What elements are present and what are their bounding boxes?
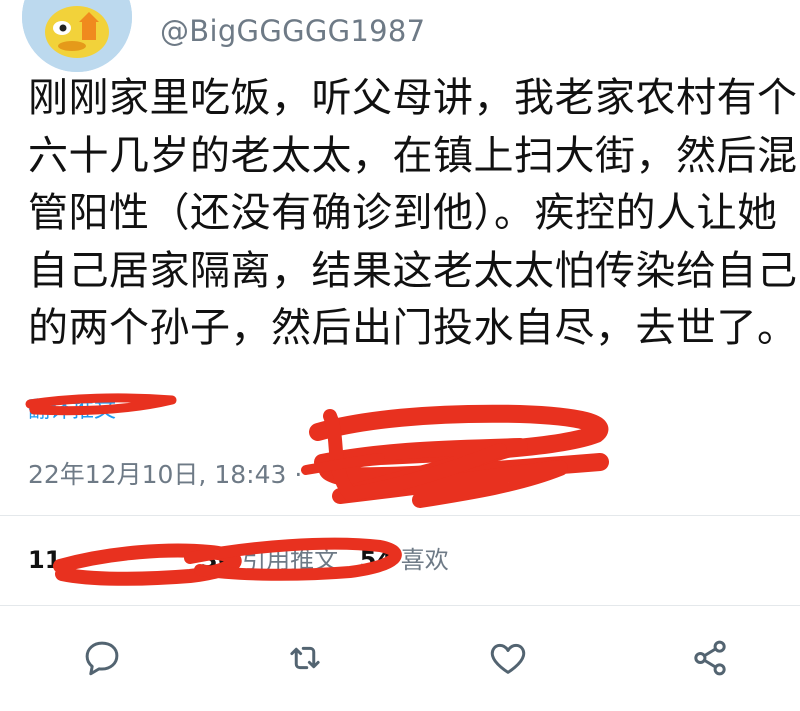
share-icon	[694, 640, 726, 676]
likes-label: 喜欢	[400, 546, 449, 574]
tweet-text-line: 自己居家隔离，结果这老太太怕传染给自己	[28, 247, 798, 294]
heart-icon	[490, 643, 526, 674]
tweet-text-line: 六十几岁的老太太，在镇上扫大街，然后混	[28, 132, 798, 179]
like-button[interactable]	[480, 630, 536, 686]
tweet-body: 刚刚家里吃饭，听父母讲，我老家农村有个 六十几岁的老太太，在镇上扫大街，然后混 …	[28, 70, 798, 358]
retweets-stat[interactable]: 11	[28, 546, 61, 574]
reply-icon	[85, 641, 119, 676]
redaction-mark	[323, 409, 507, 501]
reply-button[interactable]	[74, 630, 130, 686]
retweet-button[interactable]	[277, 630, 333, 686]
engagement-stats: 11 36 引用推文 54 喜欢	[28, 540, 463, 575]
quotes-label: 引用推文	[242, 546, 339, 574]
divider	[0, 515, 800, 516]
redaction-mark	[314, 438, 568, 508]
retweet-icon	[290, 646, 320, 670]
translate-tweet-link[interactable]: 翻译推文	[28, 392, 116, 424]
redaction-mark	[301, 453, 385, 475]
redaction-mark	[309, 404, 609, 486]
tweet-text-line: 刚刚家里吃饭，听父母讲，我老家农村有个	[28, 75, 798, 121]
tweet-text-line: 的两个孙子，然后出门投水自尽，去世了。	[28, 305, 798, 351]
quotes-count: 36	[201, 546, 235, 574]
avatar-image	[22, 0, 132, 72]
likes-stat[interactable]: 54 喜欢	[360, 540, 449, 575]
avatar[interactable]	[22, 0, 132, 72]
user-handle[interactable]: @BigGGGGG1987	[160, 14, 425, 48]
retweets-count: 11	[28, 546, 62, 574]
tweet-screenshot: @BigGGGGG1987 刚刚家里吃饭，听父母讲，我老家农村有个 六十几岁的老…	[0, 0, 800, 711]
tweet-text-line: 管阳性（还没有确诊到他）。疾控的人让她	[28, 190, 778, 236]
quotes-stat[interactable]: 36 引用推文	[201, 540, 338, 575]
likes-count: 54	[359, 546, 394, 574]
divider	[0, 605, 800, 606]
tweet-actions-bar	[0, 630, 800, 686]
tweet-timestamp[interactable]: 22年12月10日, 18:43 ·	[28, 455, 302, 491]
share-button[interactable]	[682, 630, 738, 686]
